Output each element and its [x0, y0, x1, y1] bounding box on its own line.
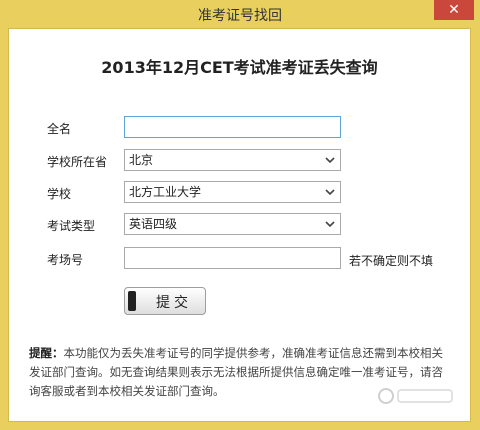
baidu-watermark-icon	[378, 388, 453, 404]
submit-button[interactable]: 提交	[124, 287, 206, 315]
chevron-down-icon	[325, 189, 335, 196]
province-select[interactable]: 北京	[124, 149, 341, 171]
school-selected-value: 北方工业大学	[129, 185, 202, 199]
name-input[interactable]	[124, 116, 341, 138]
province-label: 学校所在省	[47, 155, 108, 169]
room-label: 考场号	[47, 253, 84, 267]
chevron-down-icon	[325, 157, 335, 164]
exam-type-label: 考试类型	[47, 219, 96, 233]
exam-type-selected-value: 英语四级	[129, 217, 178, 231]
room-hint: 若不确定则不填	[349, 254, 434, 268]
dialog-window: 准考证号找回 ✕ 2013年12月CET考试准考证丢失查询 全名 学校所在省 北…	[0, 0, 480, 430]
close-icon: ✕	[448, 2, 460, 18]
submit-label: 提交	[156, 295, 192, 311]
notice-prefix: 提醒：	[29, 346, 64, 360]
school-select[interactable]: 北方工业大学	[124, 181, 341, 203]
window-title: 准考证号找回	[198, 8, 282, 24]
room-number-input[interactable]	[124, 247, 341, 269]
page-title: 2013年12月CET考试准考证丢失查询	[101, 58, 378, 77]
name-label: 全名	[47, 122, 72, 136]
button-grip-icon	[128, 291, 136, 311]
chevron-down-icon	[325, 221, 335, 228]
title-bar[interactable]: 准考证号找回 ✕	[0, 0, 480, 28]
school-label: 学校	[47, 187, 72, 201]
close-button[interactable]: ✕	[434, 0, 474, 20]
dialog-content: 2013年12月CET考试准考证丢失查询 全名 学校所在省 北京 学校 北方工业…	[8, 28, 471, 422]
exam-type-select[interactable]: 英语四级	[124, 213, 341, 235]
province-selected-value: 北京	[129, 153, 154, 167]
